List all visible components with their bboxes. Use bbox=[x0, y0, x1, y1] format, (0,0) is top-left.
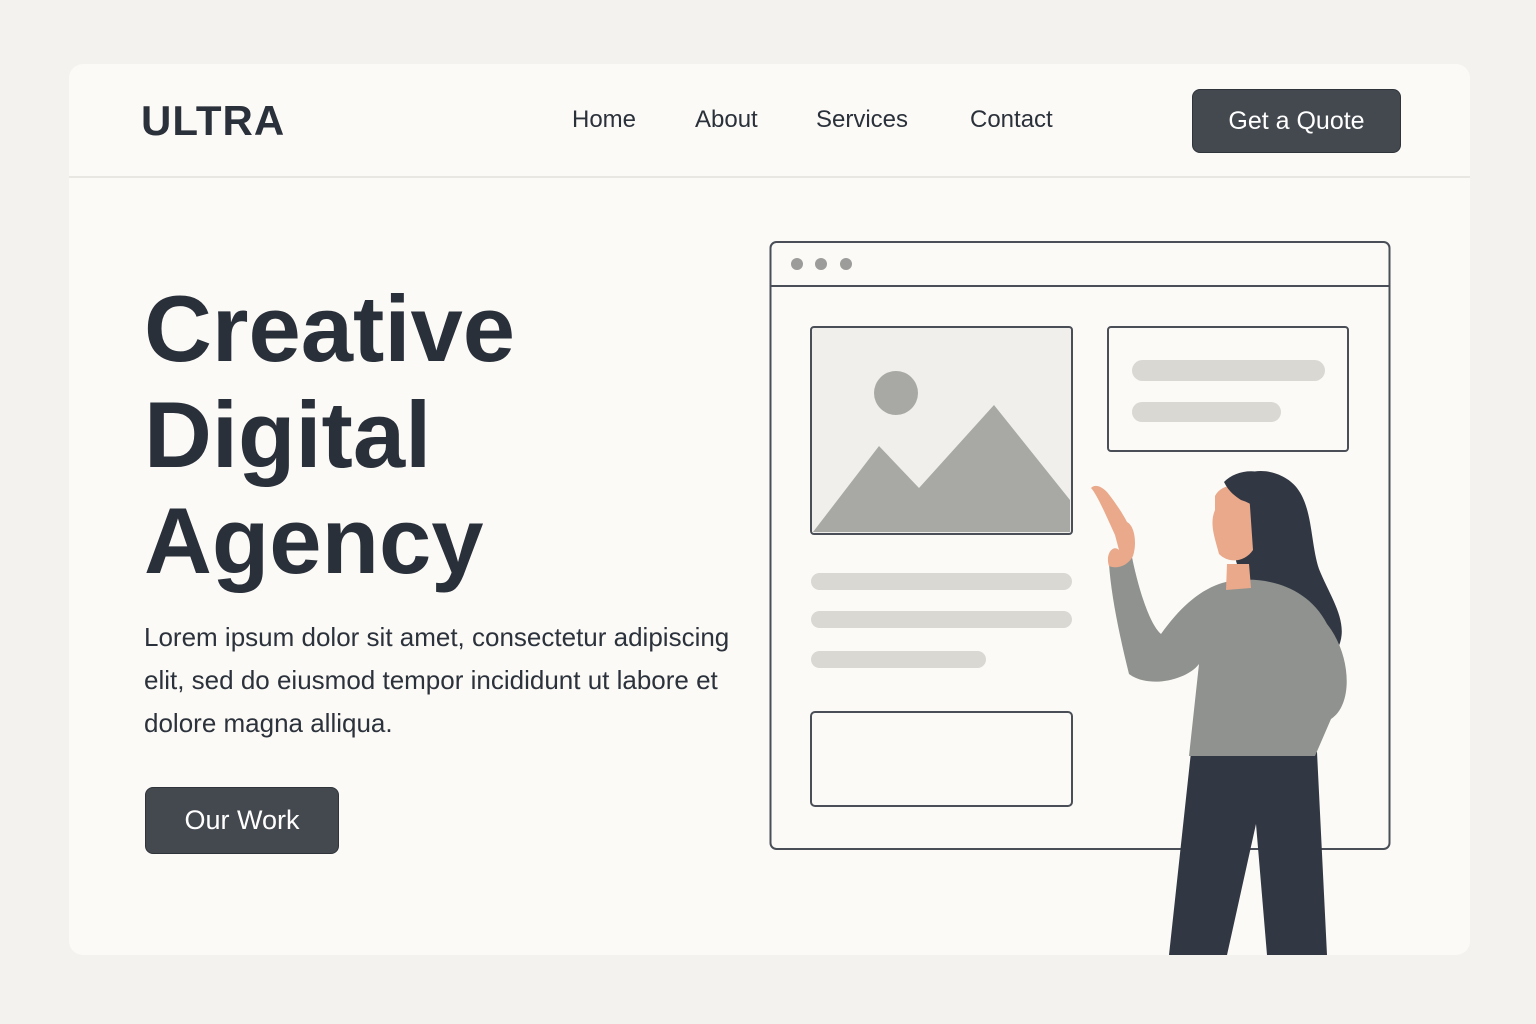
nav-link-about[interactable]: About bbox=[695, 106, 758, 134]
hero-title-line-1: Creative bbox=[144, 276, 515, 381]
brand-logo[interactable]: ULTRA bbox=[141, 97, 285, 145]
nav-link-services[interactable]: Services bbox=[816, 106, 908, 134]
window-dot-icon bbox=[815, 258, 827, 270]
text-placeholder-card bbox=[1107, 326, 1349, 452]
get-a-quote-button[interactable]: Get a Quote bbox=[1192, 89, 1401, 153]
empty-placeholder-box bbox=[810, 711, 1073, 807]
hero-title-line-2: Digital bbox=[144, 382, 432, 487]
nav-link-home[interactable]: Home bbox=[572, 106, 636, 134]
hero-description: Lorem ipsum dolor sit amet, consectetur … bbox=[144, 622, 730, 738]
person-pointing-icon bbox=[1091, 471, 1347, 955]
landing-page-card: ULTRA Home About Services Contact Get a … bbox=[69, 64, 1470, 955]
window-dot-icon bbox=[840, 258, 852, 270]
browser-window-icon bbox=[769, 241, 1391, 850]
site-header: ULTRA Home About Services Contact Get a … bbox=[69, 64, 1470, 178]
window-dot-icon bbox=[791, 258, 803, 270]
text-lines-placeholder bbox=[811, 573, 1072, 668]
hero-title: Creative Digital Agency bbox=[144, 276, 515, 594]
nav-link-contact[interactable]: Contact bbox=[970, 106, 1053, 134]
hero-title-line-3: Agency bbox=[144, 488, 484, 593]
our-work-button[interactable]: Our Work bbox=[145, 787, 339, 854]
image-placeholder-icon bbox=[810, 326, 1073, 535]
